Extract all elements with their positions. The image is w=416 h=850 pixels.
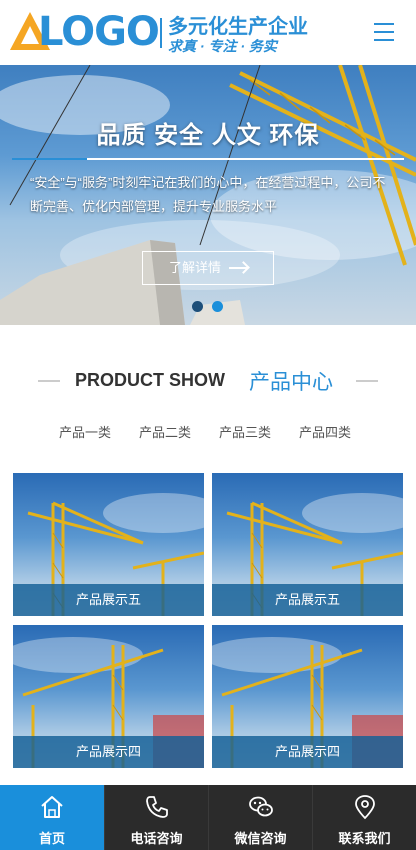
- banner-title: 品质 安全 人文 环保: [96, 122, 320, 149]
- bottom-nav-bar: 首页 电话咨询 微信咨询 联系我们: [0, 785, 416, 850]
- tab-category-3[interactable]: 产品三类: [219, 422, 271, 441]
- learn-more-button[interactable]: 了解详情: [142, 251, 274, 285]
- slider-dot-1[interactable]: [192, 301, 203, 312]
- learn-more-label: 了解详情: [169, 260, 222, 275]
- header: LOGO 多元化生产企业 求真 · 专注 · 务实: [0, 0, 416, 65]
- nav-item-wechat[interactable]: 微信咨询: [208, 785, 312, 850]
- nav-item-home[interactable]: 首页: [0, 785, 104, 850]
- wechat-icon: [249, 796, 273, 817]
- nav-label-phone: 电话咨询: [130, 831, 183, 846]
- product-card[interactable]: 产品展示五: [212, 473, 403, 616]
- arrow-right-icon: [229, 267, 247, 269]
- tab-category-4[interactable]: 产品四类: [299, 422, 351, 441]
- hamburger-menu-icon[interactable]: [372, 20, 396, 44]
- phone-icon: [146, 796, 168, 818]
- product-caption: 产品展示四: [212, 736, 403, 768]
- location-pin-icon: [355, 795, 375, 820]
- banner-description: “安全”与“服务”时刻牢记在我们的心中，在经营过程中，公司不断完善、优化内部管理…: [30, 175, 386, 214]
- product-section-heading: PRODUCT SHOW 产品中心: [0, 366, 416, 396]
- product-caption: 产品展示五: [212, 584, 403, 616]
- nav-item-contact[interactable]: 联系我们: [312, 785, 416, 850]
- logo-wordmark: LOGO: [38, 9, 160, 55]
- heading-line-right: [356, 380, 378, 382]
- heading-chinese: 产品中心: [249, 371, 333, 394]
- nav-item-phone[interactable]: 电话咨询: [104, 785, 208, 850]
- nav-label-home: 首页: [38, 831, 65, 846]
- tab-category-2[interactable]: 产品二类: [139, 422, 191, 441]
- tab-category-1[interactable]: 产品一类: [59, 422, 111, 441]
- site-logo[interactable]: LOGO 多元化生产企业 求真 · 专注 · 务实: [8, 8, 318, 56]
- banner-divider-accent: [12, 158, 87, 160]
- product-category-tabs: 产品一类 产品二类 产品三类 产品四类: [0, 422, 416, 444]
- logo-slogan: 求真 · 专注 · 务实: [168, 38, 277, 54]
- logo-company-title: 多元化生产企业: [168, 16, 308, 38]
- hero-banner: 品质 安全 人文 环保 “安全”与“服务”时刻牢记在我们的心中，在经营过程中，公…: [0, 65, 416, 325]
- logo-divider: [160, 18, 162, 48]
- nav-label-wechat: 微信咨询: [234, 831, 287, 846]
- product-caption: 产品展示四: [13, 736, 204, 768]
- product-caption: 产品展示五: [13, 584, 204, 616]
- nav-label-contact: 联系我们: [338, 831, 391, 846]
- heading-line-left: [38, 380, 60, 382]
- product-card[interactable]: 产品展示四: [13, 625, 204, 768]
- slider-dot-2[interactable]: [212, 301, 223, 312]
- slider-dots: [192, 301, 232, 313]
- home-icon: [41, 796, 63, 818]
- product-card[interactable]: 产品展示五: [13, 473, 204, 616]
- product-card[interactable]: 产品展示四: [212, 625, 403, 768]
- heading-english: PRODUCT SHOW: [75, 370, 225, 390]
